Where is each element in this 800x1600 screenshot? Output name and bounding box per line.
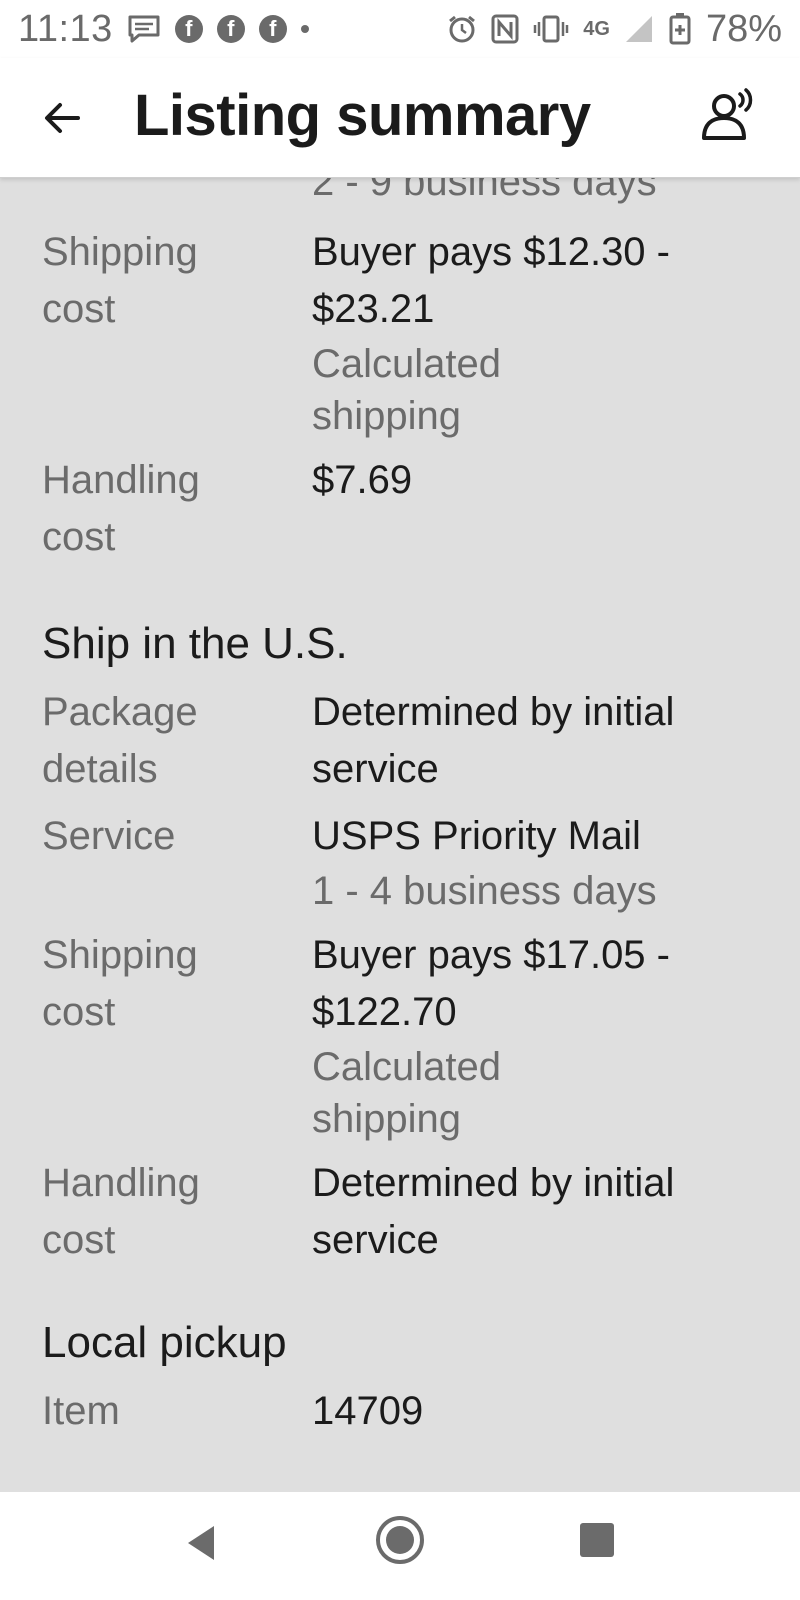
status-bar-right: 4G 78% [447, 8, 782, 51]
nav-home-icon[interactable] [374, 1514, 426, 1566]
app-bar: Listing summary [0, 58, 800, 178]
nav-recents-icon[interactable] [580, 1523, 614, 1557]
battery-percentage: 78% [705, 7, 782, 50]
shipping-cost-label: Shipping cost [42, 933, 198, 1034]
page-title: Listing summary [134, 83, 591, 148]
shipping-cost-value: Buyer pays $12.30 - $23.21 Calculated sh… [312, 230, 670, 438]
nav-back-icon[interactable] [178, 1518, 228, 1568]
shipping-cost-value: Buyer pays $17.05 - $122.70 Calculated s… [312, 933, 670, 1141]
facebook-icon: f [216, 15, 245, 43]
item-location-row: Item 14709 [0, 1383, 800, 1440]
intl-service-row-partial: 2 - 9 business days [0, 178, 800, 208]
local-pickup-heading: Local pickup [42, 1318, 287, 1367]
customer-support-icon[interactable] [700, 88, 756, 144]
service-value: USPS Priority Mail 1 - 4 business days [312, 808, 752, 917]
service-label: Service [42, 814, 176, 858]
dot-icon [300, 25, 309, 33]
status-bar: 11:13 f f f 4G 78% [0, 0, 800, 58]
item-label: Item [42, 1389, 120, 1433]
listing-details-scroll: 2 - 9 business days Shipping cost Buyer … [0, 178, 800, 1440]
shipping-cost-label: Shipping cost [42, 230, 198, 331]
intl-handling-cost-row: Handling cost $7.69 [0, 452, 800, 566]
handling-cost-label: Handling cost [42, 1161, 200, 1262]
us-shipping-cost-row: Shipping cost Buyer pays $17.05 - $122.7… [0, 927, 800, 1145]
message-icon [128, 15, 160, 43]
handling-cost-label: Handling cost [42, 458, 200, 559]
clock: 11:13 [18, 7, 113, 50]
signal-icon [625, 16, 652, 42]
facebook-icon: f [258, 15, 287, 43]
system-nav-bar [0, 1492, 800, 1600]
ship-in-us-heading: Ship in the U.S. [42, 619, 348, 668]
service-business-days: 1 - 4 business days [312, 869, 657, 913]
facebook-icon: f [174, 15, 203, 43]
cut-off-business-days: 2 - 9 business days [312, 178, 657, 204]
network-4g-icon: 4G [583, 17, 610, 40]
status-bar-left: 11:13 f f f [18, 8, 309, 51]
package-details-row: Package details Determined by initial se… [0, 684, 800, 798]
item-value: 14709 [312, 1389, 424, 1433]
listing-details[interactable]: 2 - 9 business days Shipping cost Buyer … [0, 178, 800, 1492]
nfc-icon [491, 14, 519, 44]
us-handling-cost-row: Handling cost Determined by initial serv… [0, 1155, 800, 1269]
package-details-value: Determined by initial service [312, 690, 675, 791]
intl-shipping-cost-row: Shipping cost Buyer pays $12.30 - $23.21… [0, 224, 800, 442]
vibrate-icon [534, 15, 569, 43]
arrow-left-icon[interactable] [38, 94, 86, 142]
handling-cost-value: $7.69 [312, 458, 413, 502]
handling-cost-value: Determined by initial service [312, 1161, 675, 1262]
battery-charging-icon [669, 13, 691, 45]
alarm-icon [449, 15, 476, 43]
package-details-label: Package details [42, 690, 198, 791]
service-row: Service USPS Priority Mail 1 - 4 busines… [0, 808, 800, 917]
